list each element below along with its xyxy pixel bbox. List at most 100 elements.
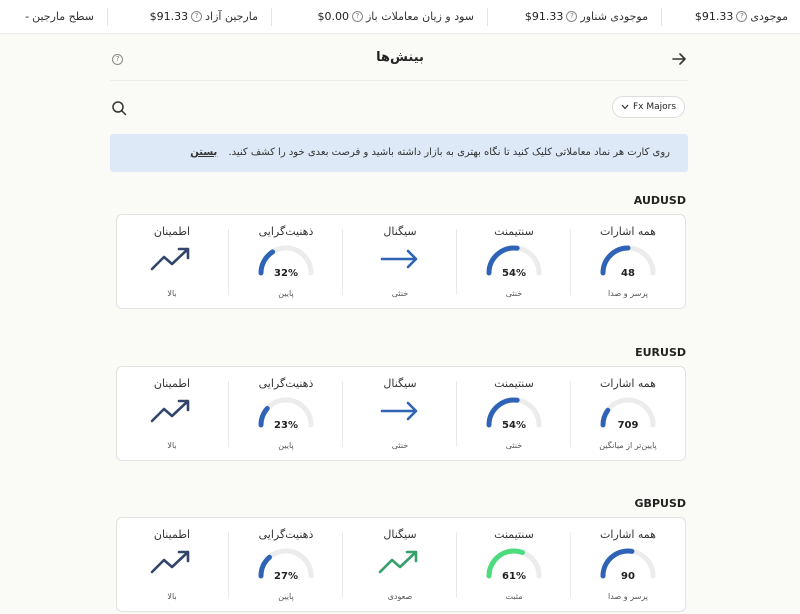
signal-label: سیگنال xyxy=(383,225,417,238)
banner-text: روی کارت هر نماد معاملاتی کلیک کنید تا ن… xyxy=(228,147,670,158)
confidence-status: بالا xyxy=(167,592,177,601)
sentiment-cell: سنتیمنت 54% خنثی xyxy=(457,367,571,462)
mindset-status: پایین xyxy=(278,289,294,298)
equity-value: $91.33 xyxy=(524,10,564,23)
search-icon[interactable] xyxy=(111,100,127,116)
back-arrow-icon[interactable] xyxy=(670,50,688,68)
signal-cell: سیگنال صعودی xyxy=(343,518,457,613)
info-icon[interactable]: ? xyxy=(566,11,578,22)
insight-card-eurusd[interactable]: همه اشارات 709 پایین‌تر از میانگین سنتیمنت 5… xyxy=(116,366,686,461)
info-icon[interactable]: ? xyxy=(736,11,748,22)
sentiment-status: مثبت xyxy=(505,592,523,601)
mindset-status: پایین xyxy=(278,592,294,601)
market-filter-label: Fx Majors xyxy=(633,102,677,112)
mindset-label: ذهنیت‌گرایی xyxy=(258,377,314,390)
margin-level-label: سطح مارجین xyxy=(32,10,94,23)
all-signals-value: 48 xyxy=(621,268,635,279)
mindset-cell: ذهنیت‌گرایی 23% پایین xyxy=(229,367,343,462)
account-summary-bar: موجودی ? $91.33 موجودی شناور ? $91.33 سو… xyxy=(0,0,800,34)
signal-status: صعودی xyxy=(387,592,413,601)
close-banner-button[interactable]: بستن xyxy=(190,147,217,158)
sentiment-status: خنثی xyxy=(505,441,523,450)
trend-up-icon xyxy=(150,399,190,423)
arrow-right-icon xyxy=(380,401,418,421)
margin-level-stat: سطح مارجین - xyxy=(25,10,94,23)
all-signals-label: همه اشارات xyxy=(600,377,656,390)
confidence-status: بالا xyxy=(167,289,177,298)
all-signals-label: همه اشارات xyxy=(600,528,656,541)
info-icon[interactable]: ? xyxy=(112,54,123,65)
confidence-label: اطمینان xyxy=(153,377,191,390)
sentiment-value: 54% xyxy=(502,268,526,279)
divider xyxy=(107,8,108,26)
balance-stat: موجودی ? $91.33 xyxy=(695,10,788,23)
all-signals-status: پرسر و صدا xyxy=(608,289,648,298)
info-icon[interactable]: ? xyxy=(191,11,203,22)
sentiment-value: 61% xyxy=(502,571,526,582)
confidence-label: اطمینان xyxy=(153,528,191,541)
symbol-title: GBPUSD xyxy=(634,497,686,510)
free-margin-stat: مارجین آزاد ? $91.33 xyxy=(150,10,258,23)
pnl-label: سود و زیان معاملات باز xyxy=(366,10,474,23)
confidence-label: اطمینان xyxy=(153,225,191,238)
confidence-cell: اطمینان بالا xyxy=(115,215,229,310)
page-title: بینش‌ها xyxy=(376,50,424,65)
info-banner: روی کارت هر نماد معاملاتی کلیک کنید تا ن… xyxy=(110,134,688,172)
equity-label: موجودی شناور xyxy=(580,10,648,23)
all-signals-value: 709 xyxy=(617,420,639,431)
mindset-value: 23% xyxy=(274,420,298,431)
divider xyxy=(487,8,488,26)
mindset-label: ذهنیت‌گرایی xyxy=(258,225,314,238)
insight-card-audusd[interactable]: همه اشارات 48 پرسر و صدا سنتیمنت 54% خنثی سیگن… xyxy=(116,214,686,309)
divider xyxy=(661,8,662,26)
mindset-status: پایین xyxy=(278,441,294,450)
symbol-title: AUDUSD xyxy=(633,194,686,207)
sentiment-label: سنتیمنت xyxy=(494,377,534,390)
sentiment-label: سنتیمنت xyxy=(494,528,534,541)
confidence-cell: اطمینان بالا xyxy=(115,367,229,462)
equity-stat: موجودی شناور ? $91.33 xyxy=(525,10,648,23)
trend-up-icon xyxy=(378,550,418,574)
all-signals-cell: همه اشارات 709 پایین‌تر از میانگین xyxy=(571,367,685,462)
sentiment-label: سنتیمنت xyxy=(494,225,534,238)
arrow-right-icon xyxy=(380,249,418,269)
balance-value: $91.33 xyxy=(694,10,734,23)
market-filter-dropdown[interactable]: Fx Majors xyxy=(612,96,686,118)
info-icon[interactable]: ? xyxy=(352,11,363,22)
header-divider xyxy=(110,80,688,81)
confidence-status: بالا xyxy=(167,441,177,450)
mindset-value: 27% xyxy=(274,571,298,582)
all-signals-cell: همه اشارات 90 پرسر و صدا xyxy=(571,518,685,613)
signal-status: خنثی xyxy=(391,441,409,450)
pnl-stat: سود و زیان معاملات باز ? $0.00 xyxy=(318,10,475,23)
all-signals-label: همه اشارات xyxy=(600,225,656,238)
sentiment-cell: سنتیمنت 61% مثبت xyxy=(457,518,571,613)
all-signals-status: پایین‌تر از میانگین xyxy=(599,441,657,450)
sentiment-value: 54% xyxy=(502,420,526,431)
sentiment-status: خنثی xyxy=(505,289,523,298)
signal-status: خنثی xyxy=(391,289,409,298)
balance-label: موجودی xyxy=(750,10,788,23)
signal-cell: سیگنال خنثی xyxy=(343,215,457,310)
trend-up-icon xyxy=(150,247,190,271)
confidence-cell: اطمینان بالا xyxy=(115,518,229,613)
all-signals-status: پرسر و صدا xyxy=(608,592,648,601)
mindset-cell: ذهنیت‌گرایی 27% پایین xyxy=(229,518,343,613)
symbol-title: EURUSD xyxy=(635,346,686,359)
mindset-value: 32% xyxy=(274,268,298,279)
mindset-cell: ذهنیت‌گرایی 32% پایین xyxy=(229,215,343,310)
margin-level-value: - xyxy=(25,10,30,23)
all-signals-cell: همه اشارات 48 پرسر و صدا xyxy=(571,215,685,310)
signal-label: سیگنال xyxy=(383,377,417,390)
divider xyxy=(271,8,272,26)
sentiment-cell: سنتیمنت 54% خنثی xyxy=(457,215,571,310)
chevron-down-icon xyxy=(621,104,629,110)
all-signals-value: 90 xyxy=(621,571,635,582)
mindset-label: ذهنیت‌گرایی xyxy=(258,528,314,541)
free-margin-label: مارجین آزاد xyxy=(205,10,258,23)
signal-cell: سیگنال خنثی xyxy=(343,367,457,462)
signal-label: سیگنال xyxy=(383,528,417,541)
insight-card-gbpusd[interactable]: همه اشارات 90 پرسر و صدا سنتیمنت 61% مثبت سیگن… xyxy=(116,517,686,612)
trend-up-icon xyxy=(150,550,190,574)
free-margin-value: $91.33 xyxy=(149,10,189,23)
